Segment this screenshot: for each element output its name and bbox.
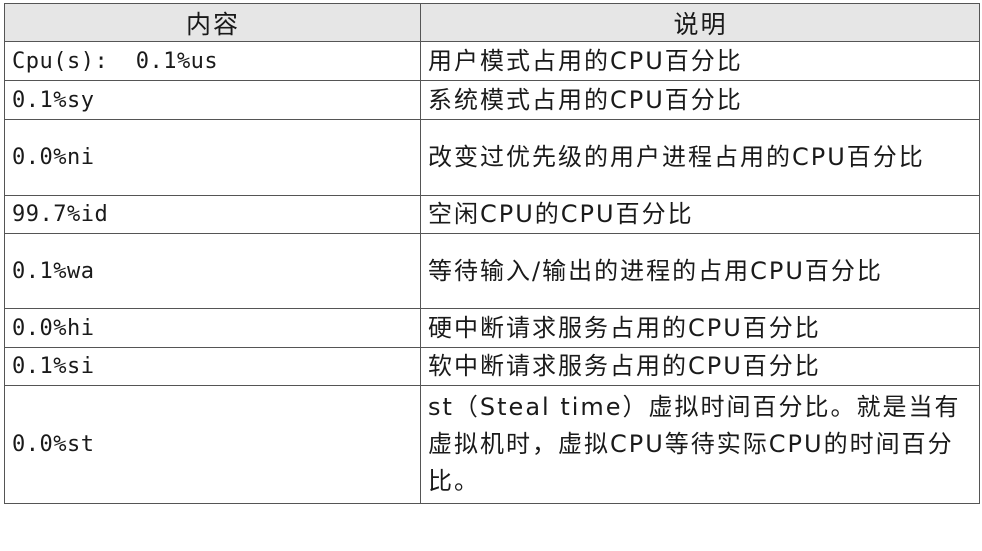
row-description-ni: 改变过优先级的用户进程占用的CPU百分比 [420,119,980,196]
table-row: 0.0%ni 改变过优先级的用户进程占用的CPU百分比 [4,119,980,196]
table-row: Cpu(s): 0.1%us 用户模式占用的CPU百分比 [4,41,980,81]
row-content-si: 0.1%si [4,347,421,386]
table-row: 0.1%wa 等待输入/输出的进程的占用CPU百分比 [4,233,980,309]
table-row: 0.0%hi 硬中断请求服务占用的CPU百分比 [4,308,980,348]
row-description-si: 软中断请求服务占用的CPU百分比 [420,347,980,386]
table-row: 0.0%st st（Steal time）虚拟时间百分比。就是当有虚拟机时，虚拟… [4,385,980,504]
table-header: 内容 说明 [4,3,980,42]
header-row: 内容 说明 [4,3,980,42]
header-content: 内容 [4,3,421,42]
row-content-sy: 0.1%sy [4,80,421,120]
table-body: Cpu(s): 0.1%us 用户模式占用的CPU百分比 0.1%sy 系统模式… [4,41,980,504]
row-description-id: 空闲CPU的CPU百分比 [420,195,980,234]
table-row: 0.1%sy 系统模式占用的CPU百分比 [4,80,980,120]
row-content-us: Cpu(s): 0.1%us [4,41,421,81]
row-content-st: 0.0%st [4,385,421,504]
row-content-ni: 0.0%ni [4,119,421,196]
row-description-st: st（Steal time）虚拟时间百分比。就是当有虚拟机时，虚拟CPU等待实际… [420,385,980,504]
row-description-us: 用户模式占用的CPU百分比 [420,41,980,81]
row-content-wa: 0.1%wa [4,233,421,309]
row-description-hi: 硬中断请求服务占用的CPU百分比 [420,308,980,348]
row-description-wa: 等待输入/输出的进程的占用CPU百分比 [420,233,980,309]
row-description-sy: 系统模式占用的CPU百分比 [420,80,980,120]
row-content-id: 99.7%id [4,195,421,234]
row-content-hi: 0.0%hi [4,308,421,348]
header-description: 说明 [420,3,980,42]
table-row: 99.7%id 空闲CPU的CPU百分比 [4,195,980,234]
table-row: 0.1%si 软中断请求服务占用的CPU百分比 [4,347,980,386]
cpu-stats-table: 内容 说明 Cpu(s): 0.1%us 用户模式占用的CPU百分比 0.1%s… [4,3,980,504]
